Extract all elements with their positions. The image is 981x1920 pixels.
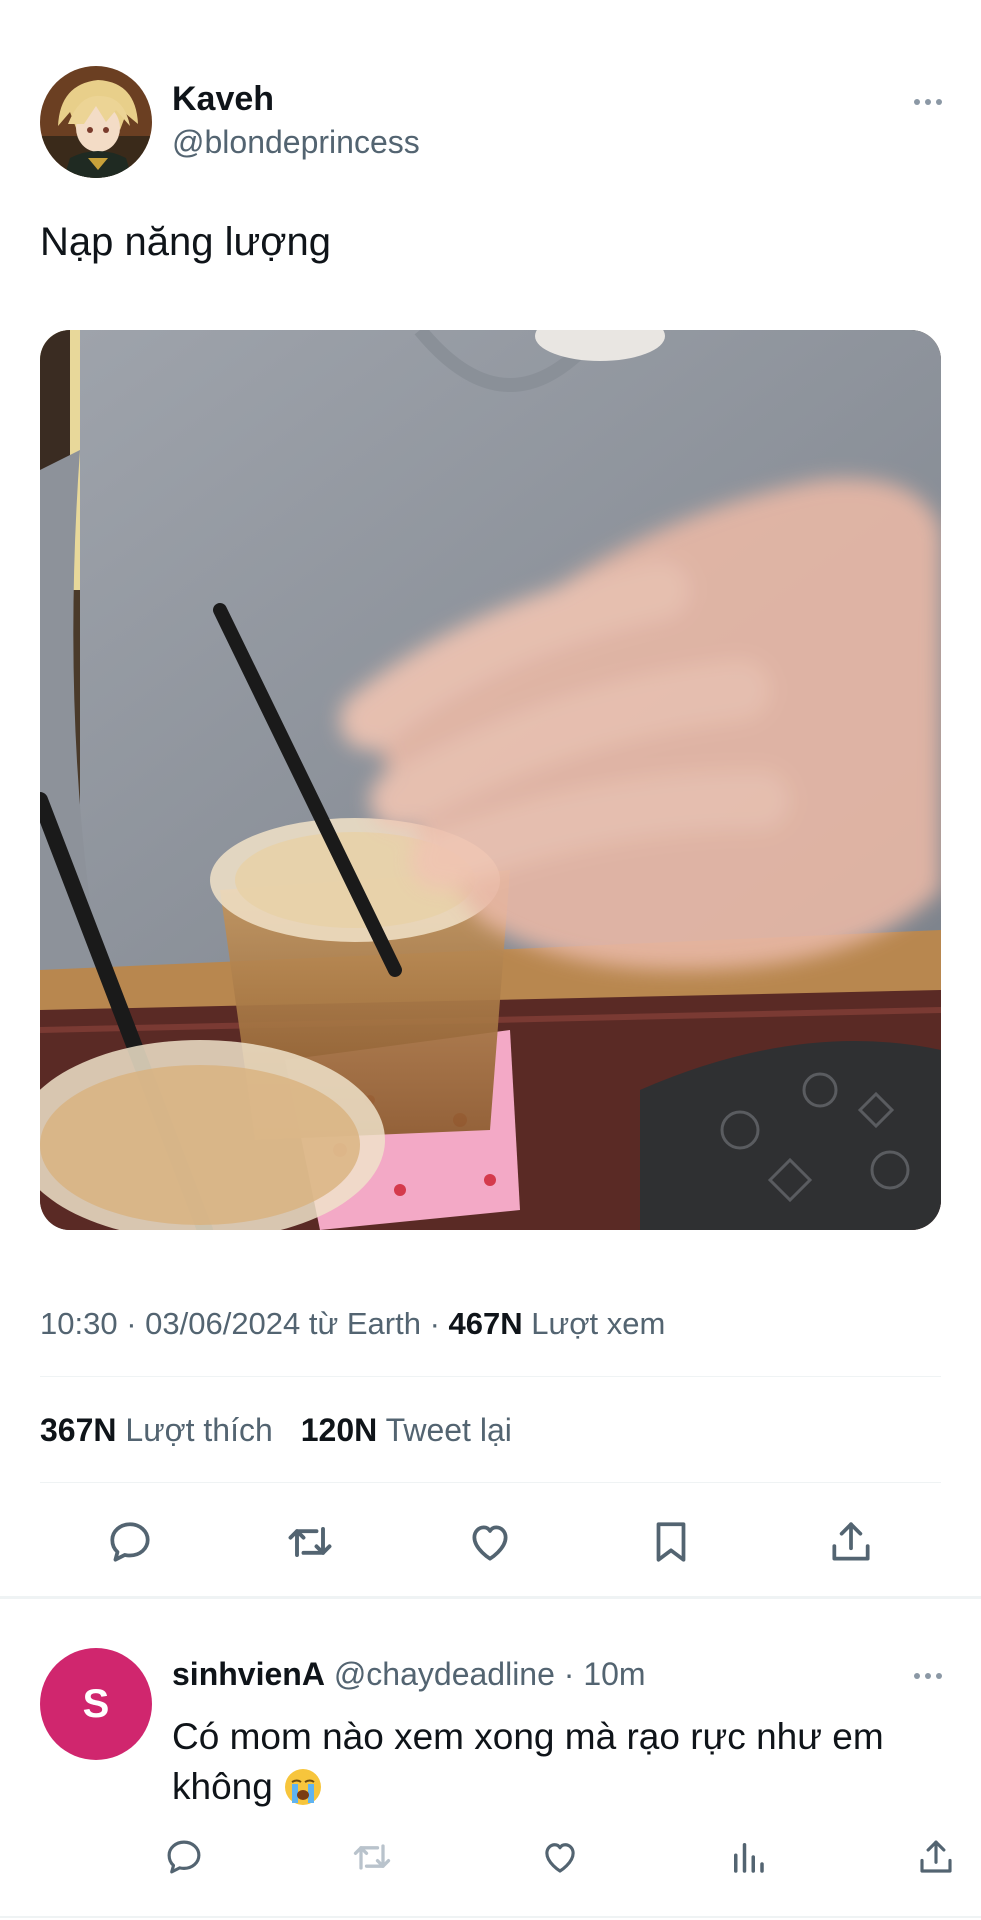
reply-more-options-icon[interactable] <box>912 1660 944 1692</box>
retweets-stat[interactable]: 120N Tweet lại <box>301 1412 512 1448</box>
analytics-icon[interactable] <box>724 1833 772 1881</box>
share-icon[interactable] <box>823 1514 879 1570</box>
reply-header: sinhvienA @chaydeadline · 10m <box>172 1656 646 1693</box>
view-count: 467N <box>448 1306 523 1341</box>
tweet-photo[interactable] <box>40 330 941 1230</box>
like-label: Lượt thích <box>116 1412 273 1448</box>
author-avatar[interactable] <box>40 66 152 178</box>
reply-action-bar <box>160 1832 960 1882</box>
engagement-stats: 367N Lượt thích 120N Tweet lại <box>40 1412 512 1449</box>
retweet-icon[interactable] <box>282 1514 338 1570</box>
reply-avatar[interactable]: S <box>40 1648 152 1760</box>
reply-text-body: Có mom nào xem xong mà rạo rực như em kh… <box>172 1716 884 1807</box>
reply-avatar-letter: S <box>82 1681 110 1726</box>
share-icon[interactable] <box>912 1833 960 1881</box>
tweet-metadata: 10:30 · 03/06/2024 từ Earth · 467N Lượt … <box>40 1306 665 1342</box>
author-handle[interactable]: @blondeprincess <box>172 124 420 161</box>
like-count: 367N <box>40 1412 117 1448</box>
crying-emoji-icon <box>283 1766 323 1807</box>
tweet-text: Nạp năng lượng <box>40 220 331 264</box>
like-icon[interactable] <box>462 1514 518 1570</box>
reply-icon[interactable] <box>160 1833 208 1881</box>
section-divider <box>0 1596 981 1599</box>
author-name[interactable]: Kaveh <box>172 80 274 119</box>
tweet-action-bar <box>40 1508 941 1576</box>
retweet-icon[interactable] <box>348 1833 396 1881</box>
likes-stat[interactable]: 367N Lượt thích <box>40 1412 273 1448</box>
reply-text: Có mom nào xem xong mà rạo rực như em kh… <box>172 1712 932 1812</box>
bookmark-icon[interactable] <box>643 1514 699 1570</box>
retweet-label: Tweet lại <box>377 1412 512 1448</box>
more-options-icon[interactable] <box>912 86 944 118</box>
reply-author-handle[interactable]: @chaydeadline <box>334 1656 555 1692</box>
retweet-count: 120N <box>300 1412 378 1448</box>
divider <box>40 1376 941 1377</box>
reply-time: · 10m <box>554 1656 646 1692</box>
divider <box>40 1482 941 1483</box>
like-icon[interactable] <box>536 1833 584 1881</box>
bottom-divider <box>0 1916 981 1918</box>
tweet-timestamp: 10:30 · 03/06/2024 từ Earth · <box>40 1306 449 1341</box>
reply-author-name[interactable]: sinhvienA <box>172 1656 325 1692</box>
view-label: Lượt xem <box>522 1306 666 1341</box>
reply-icon[interactable] <box>102 1514 158 1570</box>
